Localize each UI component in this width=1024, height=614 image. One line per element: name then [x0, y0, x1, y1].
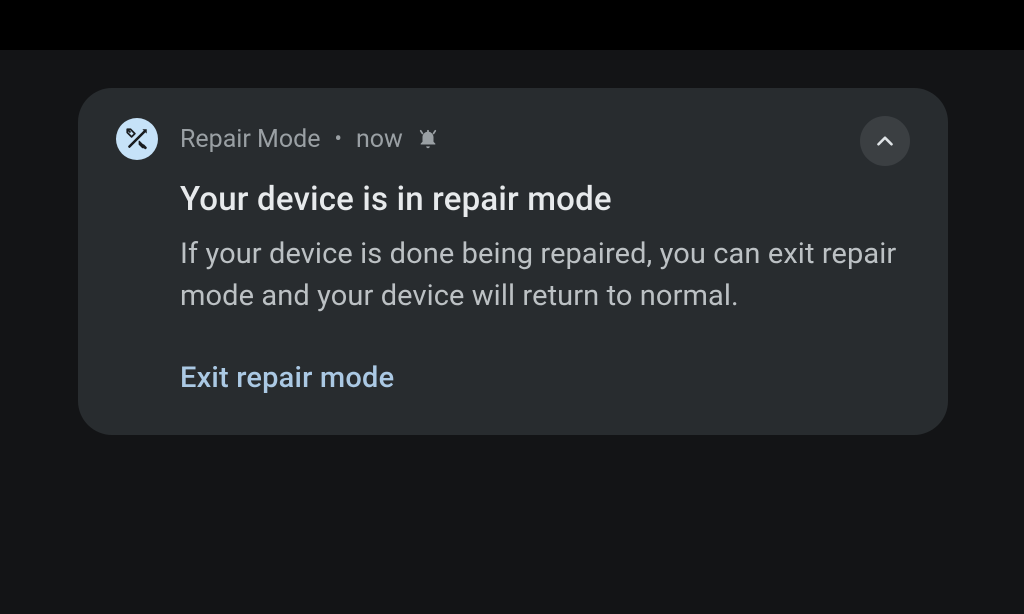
notification-title: Your device is in repair mode	[180, 180, 910, 219]
timestamp: now	[356, 125, 403, 154]
notification-body: Your device is in repair mode If your de…	[180, 180, 910, 317]
app-name: Repair Mode	[180, 125, 321, 154]
notification-card[interactable]: Repair Mode • now Your device is in repa…	[78, 88, 948, 435]
separator: •	[335, 127, 342, 152]
tools-icon	[116, 118, 158, 160]
exit-repair-mode-button[interactable]: Exit repair mode	[180, 361, 394, 395]
notification-header: Repair Mode • now	[116, 118, 910, 160]
status-bar	[0, 0, 1024, 50]
notification-description: If your device is done being repaired, y…	[180, 233, 910, 317]
bell-icon	[417, 128, 439, 150]
notification-meta: Repair Mode • now	[180, 125, 439, 154]
collapse-button[interactable]	[860, 116, 910, 166]
